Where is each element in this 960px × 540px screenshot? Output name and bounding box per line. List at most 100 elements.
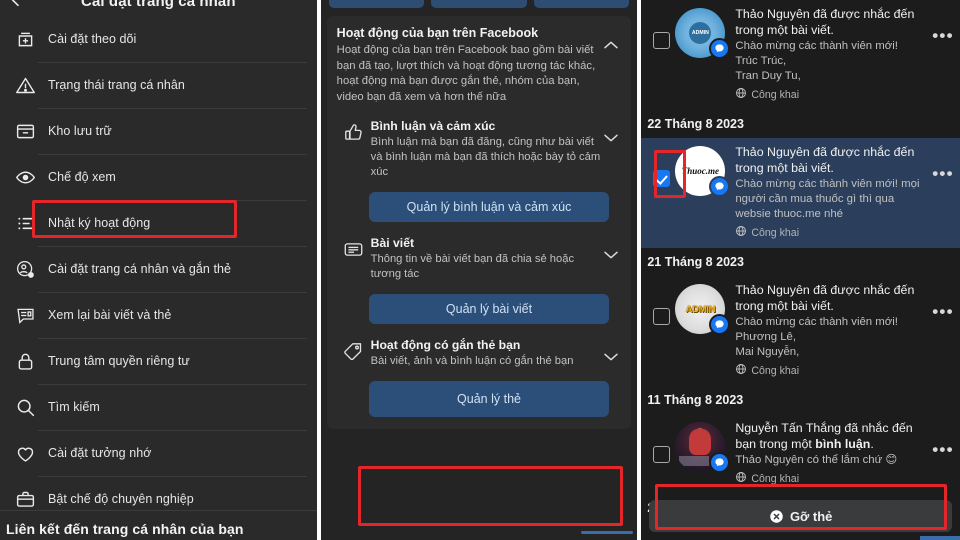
sidebar-item-label: Cài đặt tưởng nhớ [48, 446, 152, 460]
sidebar-item-follow-settings[interactable]: Cài đặt theo dõi [0, 16, 317, 62]
more-options-icon[interactable]: ••• [930, 144, 956, 182]
filter-pill-1[interactable] [328, 0, 425, 8]
filter-pill-3[interactable] [533, 0, 630, 8]
comment-badge-icon [709, 38, 731, 59]
list-item[interactable]: ADMIN Thảo Nguyên đã được nhắc đến trong… [641, 276, 960, 386]
item-title-suffix: . [870, 437, 874, 451]
group-description: Bài viết, ảnh và bình luận có gắn thẻ bạ… [370, 355, 574, 367]
activity-group-comments[interactable]: Bình luận và cảm xúc Bình luận mà bạn đã… [337, 119, 622, 180]
privacy-label: Công khai [751, 226, 800, 239]
left-panel-header: Cài đặt trang cá nhân [0, 0, 317, 16]
annotation-manage-tags-highlight [357, 466, 623, 526]
archive-box-icon [8, 114, 42, 148]
manage-tags-button[interactable]: Quản lý thẻ [368, 381, 610, 417]
profile-link-label: Liên kết đến trang cá nhân của bạn [6, 521, 244, 537]
chevron-down-icon[interactable] [601, 119, 621, 143]
globe-icon [735, 225, 751, 240]
avatar-text: Thuoc.me [681, 166, 719, 176]
sidebar-item-review-posts-tags[interactable]: Xem lại bài viết và thẻ [0, 292, 317, 338]
row-checkbox[interactable] [652, 308, 670, 325]
row-checkbox[interactable] [652, 170, 670, 187]
select-checkbox-cell[interactable] [647, 6, 675, 49]
list-item[interactable]: ADMIN Thảo Nguyên đã được nhắc đến trong… [641, 0, 960, 110]
avatar-art-caption [679, 456, 710, 466]
select-checkbox-cell[interactable] [647, 282, 675, 325]
avatar-wrapper: ADMIN [675, 6, 731, 59]
globe-icon [735, 87, 751, 102]
post-icon [337, 236, 371, 260]
sidebar-item-archive[interactable]: Kho lưu trữ [0, 108, 317, 154]
comment-badge-icon [709, 452, 731, 473]
screenshot-stage: Cài đặt trang cá nhân Cài đặt theo dõi T… [0, 0, 960, 540]
pill-gap [320, 8, 638, 16]
sidebar-item-search[interactable]: Tìm kiếm [0, 384, 317, 430]
follow-settings-icon [8, 22, 42, 56]
item-snippet: Chào mừng các thành viên mới! Phương Lê,… [735, 316, 898, 358]
privacy-meta: Công khai [735, 363, 928, 378]
date-header: 11 Tháng 8 2023 [641, 386, 960, 414]
activity-group-posts[interactable]: Bài viết Thông tin về bài viết bạn đã ch… [337, 236, 622, 282]
top-filter-pills [320, 0, 638, 8]
sidebar-item-label: Kho lưu trữ [48, 124, 112, 138]
row-checkbox[interactable] [652, 446, 670, 463]
activity-section-header[interactable]: Hoạt động của bạn trên Facebook Hoạt độn… [337, 26, 622, 105]
sidebar-item-profile-status[interactable]: Trạng thái trang cá nhân [0, 62, 317, 108]
chevron-down-icon[interactable] [601, 236, 621, 260]
manage-tags-label: Quản lý thẻ [457, 392, 521, 406]
avatar-art-figure [689, 429, 712, 455]
date-header: 22 Tháng 8 2023 [641, 110, 960, 138]
list-item[interactable]: Thuoc.me Thảo Nguyên đã được nhắc đến tr… [641, 138, 960, 248]
sidebar-item-profile-and-tagging[interactable]: Cài đặt trang cá nhân và gắn thẻ [0, 246, 317, 292]
lock-icon [8, 344, 42, 378]
sidebar-item-memorialization[interactable]: Cài đặt tưởng nhớ [0, 430, 317, 476]
group-title: Bài viết [370, 236, 415, 250]
search-icon [8, 390, 42, 424]
comment-badge-icon [709, 314, 731, 335]
manage-comments-label: Quản lý bình luận và cảm xúc [406, 200, 572, 214]
warning-triangle-icon [8, 68, 42, 102]
more-options-icon[interactable]: ••• [930, 6, 956, 44]
bottom-scroll-indicator [920, 536, 960, 540]
item-title: Nguyễn Tấn Thắng đã nhắc đến bạn trong m… [735, 420, 928, 452]
heart-icon [8, 436, 42, 470]
list-item[interactable]: Nguyễn Tấn Thắng đã nhắc đến bạn trong m… [641, 414, 960, 494]
manage-posts-button[interactable]: Quản lý bài viết [368, 294, 610, 324]
item-title: Thảo Nguyên đã được nhắc đến trong một b… [735, 283, 915, 313]
item-snippet: Chào mừng các thành viên mới! mọi người … [735, 178, 920, 220]
avatar-wrapper: ADMIN [675, 282, 731, 335]
select-checkbox-cell[interactable] [647, 420, 675, 463]
manage-comments-button[interactable]: Quản lý bình luận và cảm xúc [368, 192, 610, 222]
sidebar-item-privacy-center[interactable]: Trung tâm quyền riêng tư [0, 338, 317, 384]
page-title: Cài đặt trang cá nhân [81, 0, 236, 10]
more-options-icon[interactable]: ••• [930, 282, 956, 320]
sidebar-item-activity-log[interactable]: Nhật ký hoạt động [0, 200, 317, 246]
sidebar-item-label: Cài đặt trang cá nhân và gắn thẻ [48, 262, 231, 276]
activity-group-body: Bài viết Thông tin về bài viết bạn đã ch… [371, 236, 602, 282]
item-body: Thảo Nguyên đã được nhắc đến trong một b… [731, 144, 930, 240]
sidebar-item-label: Nhật ký hoạt động [48, 216, 151, 230]
sidebar-item-label: Trung tâm quyền riêng tư [48, 354, 190, 368]
scroll-indicator[interactable] [581, 531, 634, 534]
sidebar-item-label: Bật chế độ chuyên nghiệp [48, 492, 194, 506]
group-title: Bình luận và cảm xúc [370, 119, 496, 133]
filter-pill-2[interactable] [431, 0, 527, 8]
sidebar-item-view-as[interactable]: Chế độ xem [0, 154, 317, 200]
avatar-text: ADMIN [685, 303, 716, 315]
group-description: Bình luận mà bạn đã đăng, cũng như bài v… [370, 136, 601, 178]
item-title: Thảo Nguyên đã được nhắc đến trong một b… [735, 145, 915, 175]
group-title: Hoạt động có gắn thẻ bạn [370, 338, 521, 352]
remove-tag-button[interactable]: Gỡ thẻ [649, 500, 953, 532]
profile-link-footer: Liên kết đến trang cá nhân của bạn [0, 510, 317, 540]
tagged-activity-list: ADMIN Thảo Nguyên đã được nhắc đến trong… [641, 0, 960, 522]
date-header: 21 Tháng 8 2023 [641, 248, 960, 276]
chevron-down-icon[interactable] [601, 338, 621, 362]
item-snippet: Chào mừng các thành viên mới! Trúc Trúc,… [735, 40, 898, 82]
more-options-icon[interactable]: ••• [930, 420, 956, 458]
remove-tag-label: Gỡ thẻ [789, 508, 833, 524]
select-checkbox-cell[interactable] [647, 144, 675, 187]
chevron-up-icon[interactable] [601, 26, 621, 50]
activity-group-tagged[interactable]: Hoạt động có gắn thẻ bạn Bài viết, ảnh v… [337, 338, 622, 369]
row-checkbox[interactable] [652, 32, 670, 49]
item-body: Thảo Nguyên đã được nhắc đến trong một b… [731, 282, 930, 378]
privacy-meta: Công khai [735, 471, 928, 486]
